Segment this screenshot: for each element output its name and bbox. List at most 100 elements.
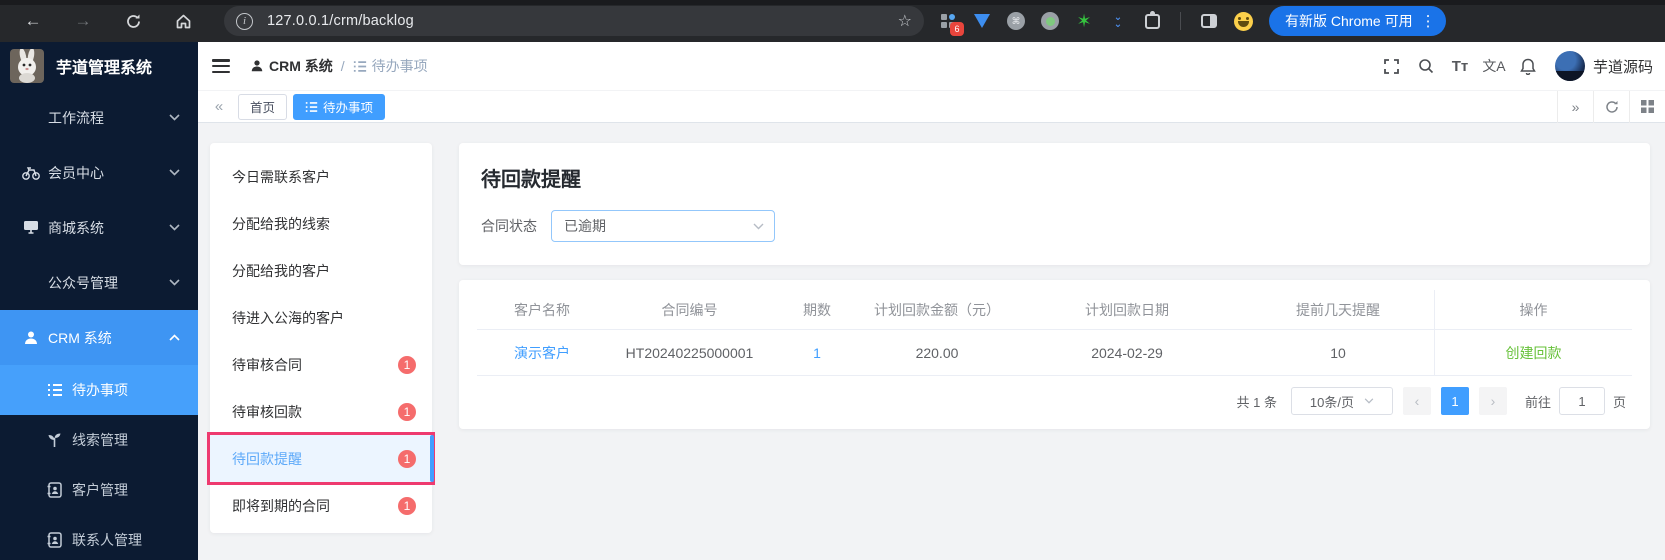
sidebar-item-clue-management[interactable]: 线索管理: [0, 415, 198, 465]
page-size-select[interactable]: 10条/页: [1290, 387, 1393, 415]
monitor-icon: [22, 219, 40, 237]
profile-avatar-icon[interactable]: [1233, 11, 1253, 31]
extensions-puzzle-icon[interactable]: [1142, 10, 1162, 31]
user-icon: [251, 60, 263, 72]
app-logo: [10, 49, 44, 83]
font-size-icon[interactable]: Tт: [1443, 49, 1477, 83]
menu-item-payment-reminder[interactable]: 待回款提醒 1: [210, 435, 432, 482]
breadcrumb-todo: 待办事项: [353, 56, 428, 76]
col-period: 期数: [803, 301, 831, 318]
url-text[interactable]: 127.0.0.1/crm/backlog: [267, 13, 898, 29]
tab-home[interactable]: 首页: [238, 93, 288, 120]
contract-status-select[interactable]: 已逾期: [551, 210, 775, 242]
count-badge: 1: [398, 355, 416, 374]
search-icon[interactable]: [1409, 49, 1443, 83]
sidebar-item-mall-system[interactable]: 商城系统: [0, 200, 198, 255]
menu-fold-icon[interactable]: [212, 59, 230, 73]
extension-icon-1[interactable]: 6: [938, 11, 964, 36]
breadcrumb-crm[interactable]: CRM 系统: [250, 56, 333, 76]
app-title: 芋道管理系统: [56, 60, 153, 77]
extensions-row: 6 ⌘ ✶ ⌄ ⌄: [938, 10, 1253, 36]
browser-home-icon[interactable]: [166, 4, 200, 38]
chevron-down-icon: [169, 114, 180, 121]
prev-page-button[interactable]: ‹: [1402, 387, 1431, 415]
pagination: 共 1 条 10条/页 ‹ 1 › 前往 页: [477, 385, 1632, 417]
browser-reload-icon[interactable]: [116, 4, 150, 38]
extension-icon-6[interactable]: ⌄ ⌄: [1108, 11, 1128, 31]
create-payment-button[interactable]: 创建回款: [1434, 330, 1632, 375]
tabs-collapse-icon[interactable]: «: [206, 98, 232, 115]
chevron-down-icon: [753, 223, 764, 230]
menu-scrollbar-thumb[interactable]: [430, 435, 434, 482]
menu-item-customers-assigned[interactable]: 分配给我的客户: [210, 247, 432, 294]
extension-icon-5[interactable]: ✶: [1074, 11, 1094, 31]
menu-item-clues-assigned[interactable]: 分配给我的线索: [210, 200, 432, 247]
results-table: 客户名称 合同编号 期数 计划回款金额（元） 计划回款日期 提前几天提醒 操作 …: [459, 280, 1650, 429]
app-logo-row[interactable]: 芋道管理系统: [0, 42, 198, 90]
cell-amount: 220.00: [915, 344, 959, 361]
sidebar: 芋道管理系统 工作流程 会员中心 商城系统 公众号管理 CRM 系统 待办事项 …: [0, 42, 198, 560]
menu-item-contact-today[interactable]: 今日需联系客户: [210, 153, 432, 200]
backlog-menu: 今日需联系客户 分配给我的线索 分配给我的客户 待进入公海的客户 待审核合同 1 …: [210, 143, 434, 533]
list-icon: [46, 382, 63, 399]
chevron-up-icon: [169, 334, 180, 341]
col-date: 计划回款日期: [1085, 301, 1169, 318]
chrome-update-button[interactable]: 有新版 Chrome 可用: [1269, 6, 1419, 36]
user-avatar[interactable]: [1554, 51, 1585, 81]
workspace: 今日需联系客户 分配给我的线索 分配给我的客户 待进入公海的客户 待审核合同 1 …: [198, 123, 1665, 560]
menu-item-contracts-expiring[interactable]: 即将到期的合同 1: [210, 482, 432, 529]
sidebar-item-customer-management[interactable]: 客户管理: [0, 465, 198, 515]
contact-card-icon: [46, 482, 63, 499]
goto-unit: 页: [1612, 394, 1626, 410]
tab-layout-grid-icon[interactable]: [1629, 90, 1665, 123]
language-icon[interactable]: 文A: [1477, 49, 1511, 83]
extension-icon-4[interactable]: [1040, 11, 1060, 31]
chevron-down-icon: [169, 224, 180, 231]
extension-icon-3[interactable]: ⌘: [1006, 11, 1026, 31]
sidebar-item-official-account[interactable]: 公众号管理: [0, 255, 198, 310]
sidebar-item-workflow[interactable]: 工作流程: [0, 90, 198, 145]
table-header-row: 客户名称 合同编号 期数 计划回款金额（元） 计划回款日期 提前几天提醒 操作: [477, 290, 1632, 330]
col-remind-days: 提前几天提醒: [1296, 301, 1380, 318]
sidebar-nav: 工作流程 会员中心 商城系统 公众号管理 CRM 系统 待办事项 线索管理 客户…: [0, 90, 198, 560]
sidebar-item-todo[interactable]: 待办事项: [0, 365, 198, 415]
tab-refresh-icon[interactable]: [1593, 90, 1629, 123]
address-bar[interactable]: i 127.0.0.1/crm/backlog ☆: [224, 6, 924, 36]
extension-badge: 6: [950, 22, 964, 36]
bookmark-star-icon[interactable]: ☆: [898, 11, 912, 31]
cell-period-link[interactable]: 1: [772, 345, 862, 361]
menu-item-contracts-to-audit[interactable]: 待审核合同 1: [210, 341, 432, 388]
list-icon: [353, 60, 366, 72]
breadcrumb: CRM 系统 / 待办事项: [250, 56, 428, 76]
count-badge: 1: [398, 496, 416, 515]
goto-page-input[interactable]: [1558, 387, 1605, 415]
count-badge: 1: [398, 402, 416, 421]
col-customer-name: 客户名称: [514, 301, 570, 318]
page-1-button[interactable]: 1: [1440, 387, 1469, 415]
browser-menu-icon[interactable]: ⋮: [1418, 6, 1446, 36]
goto-label: 前往: [1524, 394, 1551, 410]
menu-item-receivables-to-audit[interactable]: 待审核回款 1: [210, 388, 432, 435]
sidebar-item-crm-system[interactable]: CRM 系统: [0, 310, 198, 365]
notification-bell-icon[interactable]: [1511, 49, 1545, 83]
browser-toolbar: ← → i 127.0.0.1/crm/backlog ☆ 6 ⌘ ✶ ⌄⌄: [0, 0, 1665, 42]
tab-todo[interactable]: 待办事项: [293, 93, 386, 120]
extension-icon-2[interactable]: [972, 11, 992, 31]
filter-label: 合同状态: [481, 218, 537, 234]
cell-contract-no: HT20240225000001: [625, 344, 754, 361]
next-page-button[interactable]: ›: [1478, 387, 1507, 415]
username[interactable]: 芋道源码: [1593, 56, 1653, 77]
browser-forward-icon[interactable]: →: [66, 4, 100, 38]
browser-back-icon[interactable]: ←: [16, 4, 50, 38]
tabs-expand-icon[interactable]: »: [1557, 90, 1593, 123]
sidebar-item-contact-management[interactable]: 联系人管理: [0, 515, 198, 560]
sidebar-item-member-center[interactable]: 会员中心: [0, 145, 198, 200]
fullscreen-icon[interactable]: [1375, 49, 1409, 83]
cell-customer-link[interactable]: 演示客户: [477, 343, 607, 363]
side-panel-icon[interactable]: [1199, 11, 1219, 31]
chevron-down-icon: [169, 169, 180, 176]
user-icon: [22, 329, 40, 347]
breadcrumb-separator: /: [340, 58, 345, 74]
menu-item-customers-to-pool[interactable]: 待进入公海的客户: [210, 294, 432, 341]
site-info-icon[interactable]: i: [236, 12, 253, 30]
